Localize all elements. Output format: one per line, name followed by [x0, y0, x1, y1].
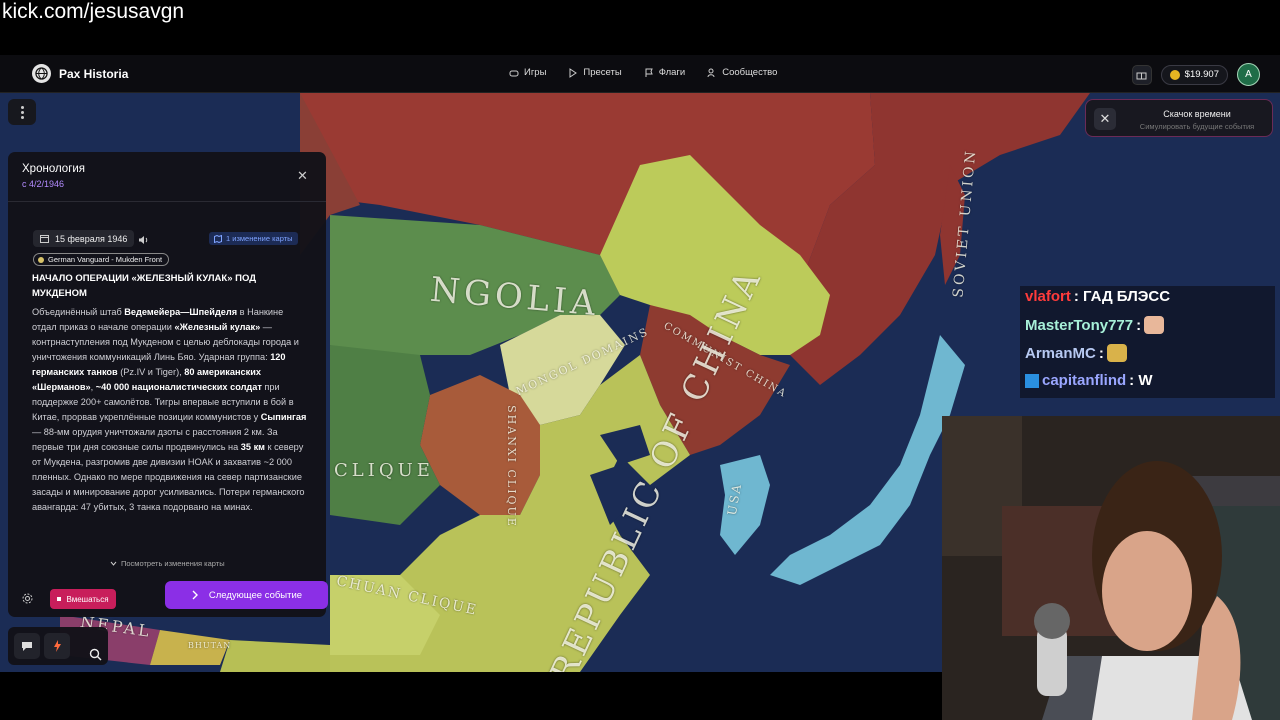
event-date-chip: 15 февраля 1946	[33, 230, 135, 247]
stream-url: kick.com/jesusavgn	[2, 0, 185, 23]
faction-tag-label: German Vanguard - Mukden Front	[48, 255, 163, 264]
nav-games-label: Игры	[524, 67, 547, 78]
faction-dot-icon	[38, 256, 44, 263]
timeline-panel: Хронология с 4/2/1946 ✕ 15 февраля 1946 …	[8, 152, 328, 617]
next-event-label: Следующее событие	[208, 589, 303, 601]
webcam-feed	[942, 416, 1280, 720]
intervene-button[interactable]: Вмешаться	[50, 589, 116, 609]
map-label-bhutan: BHUTAN	[188, 641, 232, 650]
chat-text: : ГАД БЛЭСС	[1073, 288, 1171, 305]
app-name: Pax Historia	[59, 66, 129, 81]
event-body-text: Объединённый штаб	[32, 307, 125, 317]
face-emote-icon	[1144, 316, 1165, 334]
chevron-down-icon	[110, 561, 117, 566]
event-body-text: (Pz.IV и Tiger),	[117, 367, 185, 377]
speaker-icon[interactable]	[138, 235, 149, 245]
more-menu-button[interactable]	[8, 99, 36, 125]
gamepad-icon	[509, 70, 519, 76]
event-body-bold: Сыпингая	[260, 412, 307, 422]
gift-button[interactable]	[1131, 64, 1152, 85]
faction-tag: German Vanguard - Mukden Front	[33, 253, 170, 266]
panel-title: Хронология	[22, 163, 86, 175]
search-icon[interactable]	[84, 643, 106, 665]
intervene-label: Вмешаться	[66, 594, 109, 604]
event-body-bold: ~40 000 националистических солдат	[95, 382, 262, 392]
view-map-changes-link[interactable]: Посмотреть изменения карты	[110, 559, 225, 568]
event-title: НАЧАЛО ОПЕРАЦИИ «ЖЕЛЕЗНЫЙ КУЛАК» ПОД МУК…	[32, 273, 256, 299]
panel-date: с 4/2/1946	[22, 179, 65, 189]
main-nav: Игры Пресеты Флаги Сообщество	[509, 67, 777, 78]
nav-flags-label: Флаги	[658, 67, 686, 78]
panel-divider	[8, 201, 326, 202]
event-body-text: к северу от Мукдена, разгромив две дивиз…	[32, 442, 305, 512]
event-body: Объединённый штаб Ведемейера—Шпейделя в …	[32, 305, 307, 515]
stop-icon	[57, 597, 62, 601]
event-body-bold: «Железный кулак»	[174, 322, 261, 332]
chat-text: :	[1098, 344, 1104, 362]
nav-presets[interactable]: Пресеты	[568, 67, 622, 78]
hand-emote-icon	[1106, 344, 1127, 362]
time-skip-toast[interactable]: ✕ Скачок времени Симулировать будущие со…	[1085, 99, 1273, 137]
event-card: 15 февраля 1946 1 изменение карты German…	[20, 213, 314, 568]
top-bar: Pax Historia Игры Пресеты Флаги Сообщест…	[0, 55, 1280, 93]
nav-community-label: Сообщество	[722, 67, 778, 78]
event-body-bold: 35 км	[240, 442, 265, 452]
chat-message: capitanflind : W	[1025, 372, 1153, 389]
close-icon[interactable]: ✕	[297, 169, 308, 182]
map-changes-badge[interactable]: 1 изменение карты	[209, 232, 298, 245]
coin-icon	[1169, 69, 1180, 80]
chat-message: ArmanMC :	[1025, 344, 1127, 362]
map-label-clique-west: CLIQUE	[334, 460, 434, 481]
flag-icon	[645, 68, 653, 77]
chat-message: vlafort : ГАД БЛЭСС	[1025, 288, 1170, 305]
chat-text: : W	[1129, 372, 1153, 389]
close-icon[interactable]: ✕	[1094, 108, 1116, 130]
event-body-bold: Ведемейера—Шпейделя	[124, 307, 238, 317]
chat-username: vlafort	[1025, 288, 1071, 305]
balance-amount: $19.907	[1184, 69, 1219, 80]
nav-games[interactable]: Игры	[509, 67, 546, 78]
nav-community[interactable]: Сообщество	[707, 67, 777, 78]
chat-message: MasterTony777 :	[1025, 316, 1165, 334]
chevron-right-icon	[192, 590, 198, 600]
nav-presets-label: Пресеты	[583, 67, 622, 78]
next-event-button[interactable]: Следующее событие	[165, 581, 328, 609]
users-icon	[707, 68, 715, 77]
calendar-icon	[40, 235, 49, 243]
stream-chat: vlafort : ГАД БЛЭСС MasterTony777 : Arma…	[1020, 286, 1275, 398]
settings-gear-icon[interactable]	[19, 590, 35, 606]
lightning-icon[interactable]	[44, 633, 70, 659]
chat-text: :	[1136, 316, 1142, 334]
chat-username: MasterTony777	[1025, 316, 1134, 334]
gift-icon	[1136, 72, 1147, 80]
chat-bubble-icon[interactable]	[14, 633, 40, 659]
chat-username: ArmanMC	[1025, 344, 1096, 362]
avatar[interactable]: A	[1237, 63, 1260, 86]
map-label-shanxi-clique: SHANXI CLIQUE	[504, 405, 518, 528]
view-map-changes-label: Посмотреть изменения карты	[121, 559, 225, 568]
chat-username: capitanflind	[1042, 372, 1127, 389]
top-right-controls: $19.907 A	[1131, 63, 1260, 86]
map-changes-label: 1 изменение карты	[226, 234, 293, 243]
event-date: 15 февраля 1946	[55, 233, 128, 244]
globe-icon	[32, 64, 51, 83]
nav-flags[interactable]: Флаги	[644, 67, 686, 78]
play-icon	[569, 67, 578, 78]
arrow-badge-icon	[1025, 373, 1039, 388]
app-logo[interactable]: Pax Historia	[32, 64, 128, 83]
balance-pill[interactable]: $19.907	[1160, 64, 1228, 85]
map-icon	[214, 234, 222, 243]
time-skip-title: Скачок времени	[1163, 109, 1231, 119]
time-skip-subtitle: Симулировать будущие события	[1139, 122, 1255, 131]
